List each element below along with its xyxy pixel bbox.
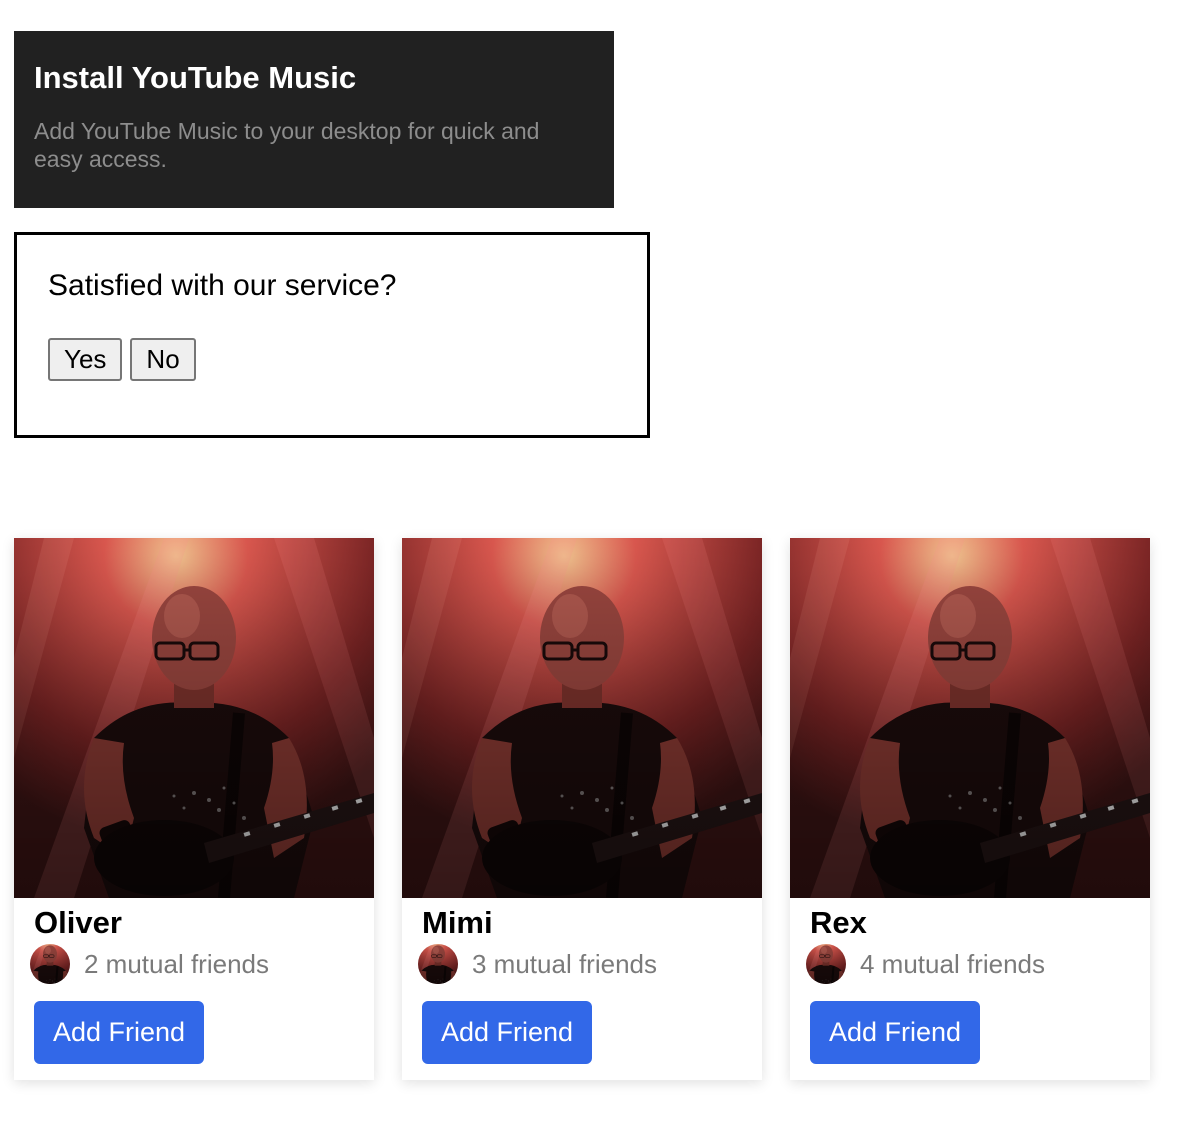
mutual-friends-count: 3 mutual friends — [472, 949, 657, 979]
friend-card: Oliver 2 mutual friends Add Friend — [14, 538, 374, 1080]
add-friend-button[interactable]: Add Friend — [422, 1001, 592, 1064]
mutual-friends-row: 4 mutual friends — [806, 944, 1045, 984]
friend-name: Mimi — [422, 905, 493, 940]
install-description: Add YouTube Music to your desktop for qu… — [34, 118, 540, 172]
friend-photo — [402, 538, 762, 898]
friend-card: Mimi 3 mutual friends Add Friend — [402, 538, 762, 1080]
mutual-friend-avatar — [418, 944, 458, 984]
mutual-friends-count: 2 mutual friends — [84, 949, 269, 979]
add-friend-button[interactable]: Add Friend — [810, 1001, 980, 1064]
no-button[interactable]: No — [130, 338, 196, 381]
mutual-friend-avatar — [806, 944, 846, 984]
install-banner: Install YouTube Music Add YouTube Music … — [14, 31, 614, 208]
mutual-friend-avatar — [30, 944, 70, 984]
install-title: Install YouTube Music — [34, 60, 357, 95]
friend-name: Rex — [810, 905, 867, 940]
satisfaction-survey: Satisfied with our service? Yes No — [14, 232, 650, 438]
friend-photo — [14, 538, 374, 898]
mutual-friends-row: 2 mutual friends — [30, 944, 269, 984]
survey-question: Satisfied with our service? — [48, 269, 397, 302]
yes-button[interactable]: Yes — [48, 338, 123, 381]
add-friend-button[interactable]: Add Friend — [34, 1001, 204, 1064]
friend-name: Oliver — [34, 905, 122, 940]
mutual-friends-count: 4 mutual friends — [860, 949, 1045, 979]
friend-photo — [790, 538, 1150, 898]
survey-buttons: Yes No — [48, 338, 647, 381]
mutual-friends-row: 3 mutual friends — [418, 944, 657, 984]
friend-suggestions: Oliver 2 mutual friends Add Friend Mimi … — [14, 538, 1150, 1080]
friend-card: Rex 4 mutual friends Add Friend — [790, 538, 1150, 1080]
